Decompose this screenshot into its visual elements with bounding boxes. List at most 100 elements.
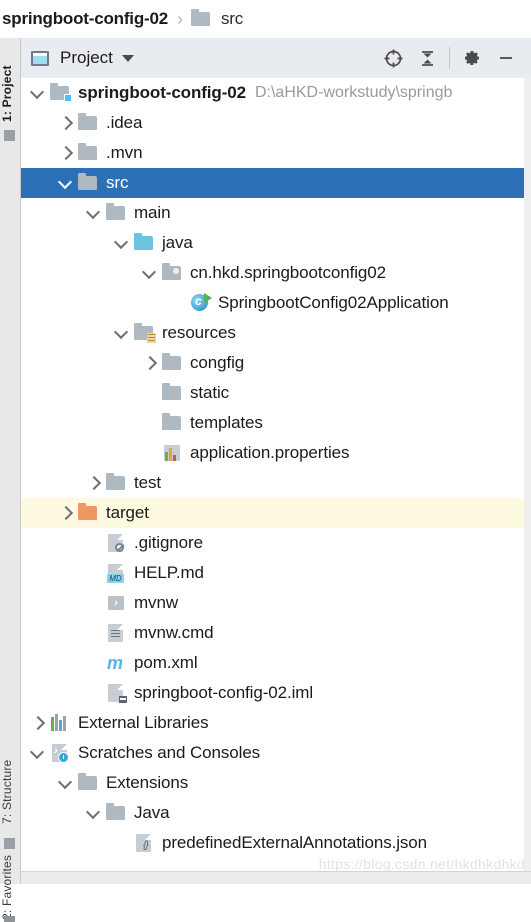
chevron-down-icon[interactable]	[111, 318, 133, 348]
shell-script-file-icon: ›	[105, 593, 128, 613]
chevron-down-icon[interactable]	[139, 258, 161, 288]
tree-row-label: springboot-config-02.iml	[134, 683, 314, 702]
project-panel-header: Project	[21, 38, 531, 78]
tree-row-label: main	[134, 203, 171, 222]
tree-row-label: java	[162, 233, 193, 252]
tree-row-label: predefinedExternalAnnotations.json	[162, 833, 428, 852]
tree-row-src[interactable]: src	[21, 168, 524, 198]
maven-file-icon: m	[107, 653, 124, 673]
tree-row-springboot-config-02[interactable]: springboot-config-02 D:\aHKD-workstudy\sp…	[21, 78, 524, 108]
tree-row-resources[interactable]: resources	[21, 318, 524, 348]
chevron-down-icon[interactable]	[83, 798, 105, 828]
tree-row-main[interactable]: main	[21, 198, 524, 228]
tree-row-label: External Libraries	[78, 713, 209, 732]
chevron-down-icon[interactable]	[27, 78, 49, 108]
tree-row-label: static	[190, 383, 230, 402]
tree-row-mvn[interactable]: .mvn	[21, 138, 524, 168]
collapse-all-icon[interactable]	[410, 41, 444, 75]
tree-row-label: Extensions	[106, 773, 189, 792]
chevron-right-icon[interactable]	[83, 468, 105, 498]
tree-row-label: mvnw.cmd	[134, 623, 214, 642]
tree-row-label: pom.xml	[134, 653, 198, 672]
folder-icon	[105, 803, 128, 823]
tree-row-idea[interactable]: .idea	[21, 108, 524, 138]
tree-row-mvnw[interactable]: › mvnw	[21, 588, 524, 618]
folder-icon	[77, 113, 100, 133]
chevron-right-icon[interactable]	[27, 708, 49, 738]
project-tree[interactable]: springboot-config-02 D:\aHKD-workstudy\sp…	[21, 78, 524, 871]
chevron-right-icon[interactable]	[55, 108, 77, 138]
tree-row-label: cn.hkd.springbootconfig02	[190, 263, 386, 282]
header-divider	[449, 47, 450, 69]
breadcrumb-item-project[interactable]: springboot-config-02	[2, 0, 168, 38]
tree-row-label: HELP.md	[134, 563, 204, 582]
settings-gear-icon[interactable]	[455, 41, 489, 75]
bottom-strip	[21, 871, 531, 884]
tree-row-gitignore[interactable]: .gitignore	[21, 528, 524, 558]
chevron-right-icon[interactable]	[55, 498, 77, 528]
chevron-right-icon[interactable]	[55, 138, 77, 168]
chevron-down-icon[interactable]	[55, 768, 77, 798]
tree-row-label: Java	[134, 803, 170, 822]
panel-title: Project	[60, 48, 113, 67]
tree-row-springboot-config-02-iml[interactable]: springboot-config-02.iml	[21, 678, 524, 708]
tree-row-label: templates	[190, 413, 263, 432]
hide-minimize-icon[interactable]	[489, 41, 523, 75]
locate-icon[interactable]	[376, 41, 410, 75]
breadcrumb: springboot-config-02 › src	[0, 0, 531, 38]
external-libraries-icon	[49, 713, 72, 733]
tree-row-mvnw-cmd[interactable]: mvnw.cmd	[21, 618, 524, 648]
breadcrumb-item-src[interactable]: src	[190, 0, 243, 38]
tree-row-label: congfig	[190, 353, 245, 372]
chevron-down-icon[interactable]	[27, 738, 49, 768]
tree-row-static[interactable]: static	[21, 378, 524, 408]
chevron-down-icon[interactable]	[55, 168, 77, 198]
tree-row-label: src	[106, 173, 129, 192]
breadcrumb-separator-icon: ›	[176, 8, 183, 29]
tool-tab-structure[interactable]: 7: Structure	[0, 728, 21, 824]
tree-row-label: application.properties	[190, 443, 350, 462]
folder-icon	[105, 473, 128, 493]
tree-row-target[interactable]: target	[21, 498, 524, 528]
scrollbar-track[interactable]	[524, 78, 531, 871]
breadcrumb-label-src: src	[220, 9, 244, 28]
chevron-right-icon[interactable]	[139, 348, 161, 378]
tree-row-label: mvnw	[134, 593, 178, 612]
tree-row-java[interactable]: java	[21, 228, 524, 258]
tree-row-pom-xml[interactable]: m pom.xml	[21, 648, 524, 678]
tool-tab-project[interactable]: 1: Project	[0, 42, 21, 122]
watermark: https://blog.csdn.net/hkdhkdhkd	[318, 856, 525, 872]
chevron-down-icon[interactable]	[83, 198, 105, 228]
tree-row-springbootconfig02application[interactable]: SpringbootConfig02Application	[21, 288, 524, 318]
tool-tab-favorites[interactable]: 2: Favorites	[0, 828, 21, 920]
properties-file-icon	[161, 443, 184, 463]
tree-row-scratches-and-consoles[interactable]: › Scratches and Consoles	[21, 738, 524, 768]
tree-row-package-cn-hkd-springbootconfig02[interactable]: cn.hkd.springbootconfig02	[21, 258, 524, 288]
tree-row-test[interactable]: test	[21, 468, 524, 498]
tree-row-application-properties[interactable]: application.properties	[21, 438, 524, 468]
tree-row-external-libraries[interactable]: External Libraries	[21, 708, 524, 738]
tree-row-predefined-external-annotations-json[interactable]: {} predefinedExternalAnnotations.json	[21, 828, 524, 858]
tree-row-extensions[interactable]: Extensions	[21, 768, 524, 798]
markdown-file-icon: MD	[105, 563, 128, 583]
folder-icon	[161, 383, 184, 403]
tree-row-help-md[interactable]: MD HELP.md	[21, 558, 524, 588]
tree-row-congfig[interactable]: congfig	[21, 348, 524, 378]
tree-row-label: SpringbootConfig02Application	[218, 293, 449, 312]
tree-row-label: test	[134, 473, 162, 492]
java-class-runnable-icon	[189, 293, 212, 313]
tree-row-templates[interactable]: templates	[21, 408, 524, 438]
chevron-down-icon[interactable]	[111, 228, 133, 258]
chevron-down-icon[interactable]	[121, 54, 134, 62]
tree-row-java-scratch[interactable]: Java	[21, 798, 524, 828]
folder-icon	[190, 9, 215, 29]
folder-icon	[77, 173, 100, 193]
